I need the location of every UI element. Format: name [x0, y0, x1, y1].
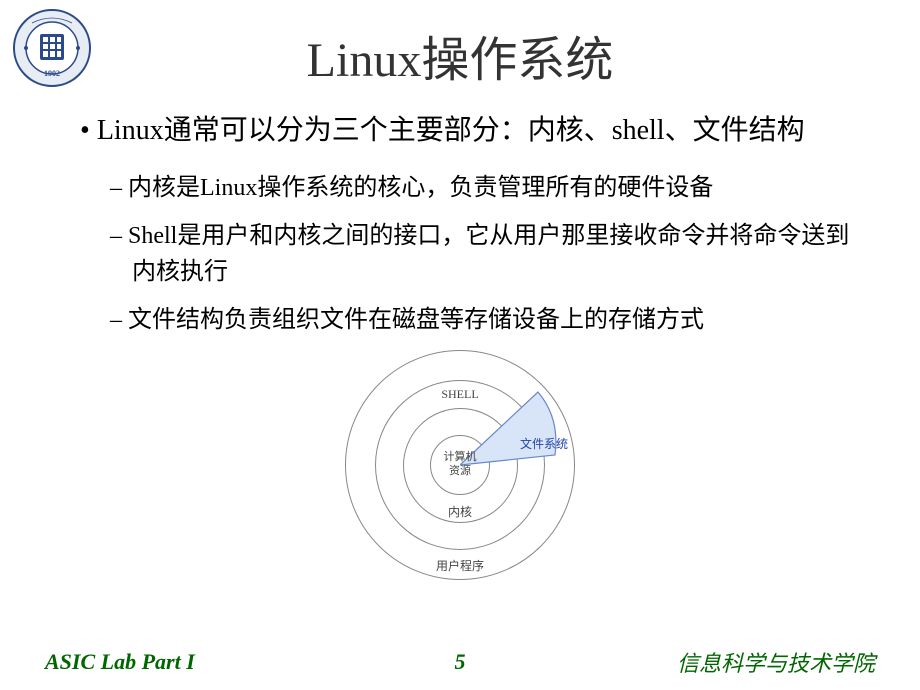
- label-user-programs: 用户程序: [330, 557, 590, 574]
- sub-bullet-1: – 内核是Linux操作系统的核心，负责管理所有的硬件设备: [110, 170, 860, 206]
- svg-text:1902: 1902: [44, 69, 60, 78]
- slide-content: • Linux通常可以分为三个主要部分：内核、shell、文件结构 – 内核是L…: [0, 90, 920, 580]
- sub-bullet-3: – 文件结构负责组织文件在磁盘等存储设备上的存储方式: [110, 302, 860, 338]
- sub-bullet-2-text: Shell是用户和内核之间的接口，它从用户那里接收命令并将命令送到内核执行: [128, 223, 849, 285]
- label-resources: 计算机 资源: [430, 450, 490, 479]
- sub-bullet-1-text: 内核是Linux操作系统的核心，负责管理所有的硬件设备: [128, 175, 713, 201]
- diagram-container: 用户程序 SHELL 内核 计算机 资源 文件系统: [60, 350, 860, 580]
- university-logo: 1902: [12, 8, 92, 88]
- sub-bullet-3-text: 文件结构负责组织文件在磁盘等存储设备上的存储方式: [128, 307, 704, 333]
- concentric-rings-diagram: 用户程序 SHELL 内核 计算机 资源 文件系统: [330, 350, 590, 580]
- sub-bullets-list: – 内核是Linux操作系统的核心，负责管理所有的硬件设备 – Shell是用户…: [110, 170, 860, 338]
- label-resources-line1: 计算机: [444, 451, 477, 463]
- main-bullet-text: Linux通常可以分为三个主要部分：内核、shell、文件结构: [97, 115, 805, 146]
- slide-footer: ASIC Lab Part I 5 信息科学与技术学院: [0, 649, 920, 675]
- footer-right: 信息科学与技术学院: [677, 646, 875, 678]
- label-shell: SHELL: [330, 387, 590, 402]
- slide-title: Linux操作系统: [0, 0, 920, 90]
- label-kernel: 内核: [330, 503, 590, 520]
- label-resources-line2: 资源: [449, 465, 471, 477]
- main-bullet: • Linux通常可以分为三个主要部分：内核、shell、文件结构: [80, 110, 860, 152]
- label-filesystem: 文件系统: [520, 435, 568, 452]
- sub-bullet-2: – Shell是用户和内核之间的接口，它从用户那里接收命令并将命令送到内核执行: [110, 218, 860, 290]
